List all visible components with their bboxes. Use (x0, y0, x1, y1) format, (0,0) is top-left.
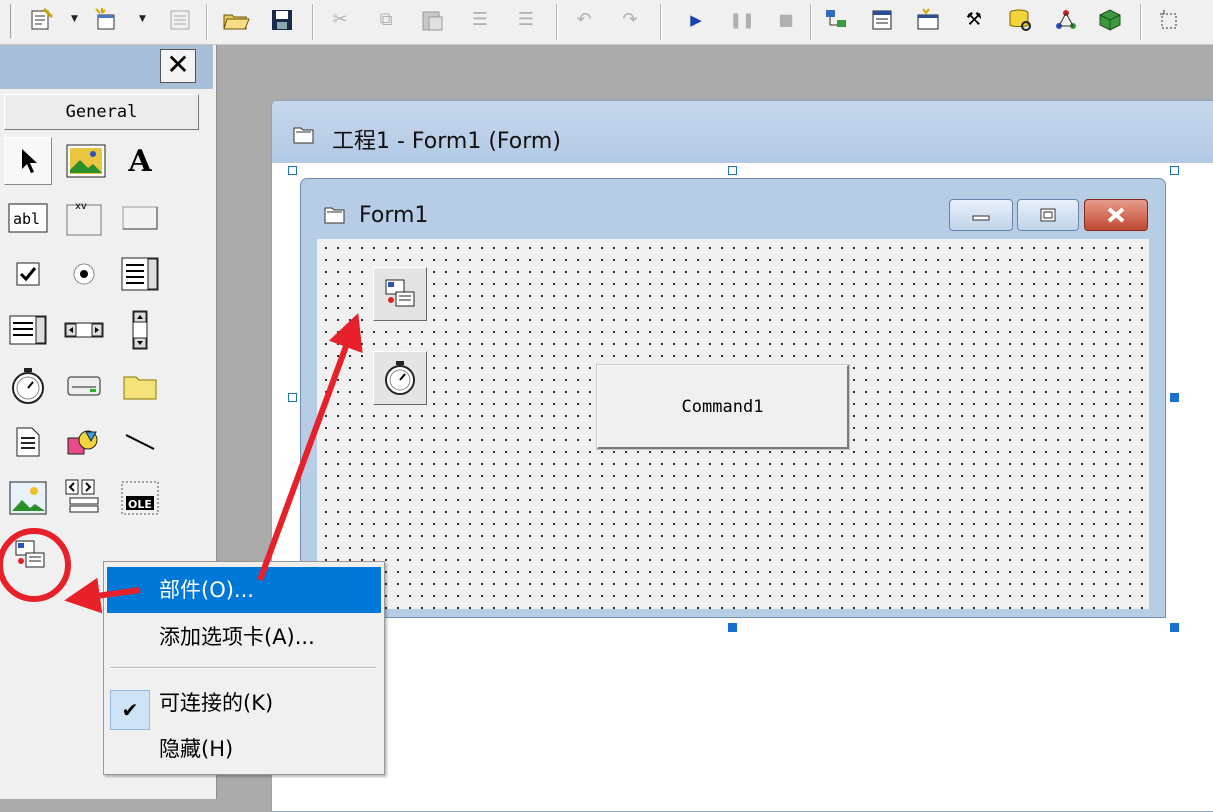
frame-tool[interactable]: xv (60, 194, 108, 242)
outdent-icon[interactable]: ☰ (512, 6, 540, 34)
svg-text:xv: xv (75, 201, 87, 212)
menu-item-add-tab[interactable]: 添加选项卡(A)... (107, 614, 381, 660)
data-tool[interactable] (60, 474, 108, 522)
resize-handle[interactable] (1170, 623, 1179, 632)
object-browser-icon[interactable]: ⚒ (960, 6, 988, 34)
form1-title: Form1 (359, 203, 429, 228)
copy-icon[interactable]: ⧉ (372, 6, 400, 34)
add-control-icon[interactable] (1156, 6, 1184, 34)
menu-editor-icon[interactable] (166, 6, 194, 34)
indent-icon[interactable]: ☰ (466, 6, 494, 34)
maximize-icon (1040, 208, 1056, 222)
resize-handle[interactable] (1170, 166, 1179, 175)
form-layout-icon[interactable] (914, 6, 942, 34)
stop-icon[interactable]: ■ (772, 6, 800, 34)
toolbox-icon[interactable] (1096, 6, 1124, 34)
hscrollbar-tool[interactable] (60, 306, 108, 354)
filelistbox-tool[interactable] (4, 418, 52, 466)
listbox-tool[interactable] (4, 306, 52, 354)
component-manager-icon[interactable] (1052, 6, 1080, 34)
form-icon (323, 205, 347, 229)
textbox-tool[interactable]: abl (4, 194, 52, 242)
form1-window[interactable]: Form1 Command1 (300, 178, 1166, 618)
paste-icon[interactable] (418, 6, 446, 34)
toolbox-tab-general[interactable]: General (4, 94, 199, 130)
ole-tool[interactable]: OLE (116, 474, 164, 522)
control-icon (385, 279, 415, 307)
dropdown-arrow-icon[interactable]: ▼ (71, 14, 78, 24)
checkbox-tool[interactable] (4, 250, 52, 298)
pointer-tool[interactable] (4, 137, 52, 185)
properties-window-icon[interactable] (868, 6, 896, 34)
resize-handle[interactable] (288, 393, 297, 402)
vscrollbar-tool[interactable] (116, 306, 164, 354)
combobox-tool[interactable] (116, 250, 164, 298)
shape-tool[interactable] (60, 418, 108, 466)
resize-handle[interactable] (728, 623, 737, 632)
form1-design-grid[interactable]: Command1 (317, 239, 1149, 609)
menu-item-hide[interactable]: 隐藏(H) (107, 726, 381, 772)
project-explorer-icon[interactable] (822, 6, 850, 34)
timer-icon (385, 361, 415, 395)
custom-control-tool[interactable] (6, 532, 54, 580)
undo-icon[interactable]: ↶ (570, 6, 598, 34)
save-icon[interactable] (268, 6, 296, 34)
optionbutton-tool[interactable] (60, 250, 108, 298)
svg-text:abl: abl (13, 210, 40, 228)
designer-title-bar[interactable]: 工程1 - Form1 (Form) (272, 101, 1213, 163)
timer-control-on-form[interactable] (373, 351, 427, 405)
resize-handle[interactable] (288, 166, 297, 175)
vb-project-icon[interactable] (28, 6, 56, 34)
redo-icon[interactable]: ↷ (616, 6, 644, 34)
maximize-button[interactable] (1017, 199, 1079, 231)
commandbutton-tool[interactable] (116, 194, 164, 242)
dropdown-arrow-icon[interactable]: ▼ (139, 14, 146, 24)
data-view-icon[interactable] (1006, 6, 1034, 34)
close-icon (1107, 207, 1125, 223)
image-tool[interactable] (4, 474, 52, 522)
minimize-button[interactable] (949, 199, 1013, 231)
open-icon[interactable] (222, 6, 250, 34)
cut-icon[interactable]: ✂ (326, 6, 354, 34)
add-form-icon[interactable] (92, 6, 120, 34)
dirlistbox-tool[interactable] (116, 362, 164, 410)
menu-item-components[interactable]: 部件(O)... (107, 567, 381, 613)
custom-control-on-form[interactable] (373, 267, 427, 321)
label-tool[interactable]: A (116, 137, 164, 185)
svg-text:OLE: OLE (128, 498, 152, 511)
line-tool[interactable] (116, 418, 164, 466)
resize-handle[interactable] (728, 166, 737, 175)
menu-item-dockable[interactable]: 可连接的(K) (107, 680, 381, 726)
resize-handle[interactable] (1170, 393, 1179, 402)
close-button[interactable] (1084, 199, 1148, 231)
close-icon[interactable]: ✕ (160, 49, 196, 83)
menu-separator (110, 667, 376, 669)
standard-toolbar: ▼ ▼ ✂ ⧉ ☰ ☰ ↶ ↷ ▶ ❚❚ ■ ⚒ (0, 0, 1213, 45)
toolbox-context-menu: 部件(O)... 添加选项卡(A)... ✔ 可连接的(K) 隐藏(H) (103, 561, 385, 775)
command1-button[interactable]: Command1 (596, 364, 850, 450)
toolbar-grip[interactable] (10, 4, 14, 38)
form-icon (292, 125, 316, 149)
drivelistbox-tool[interactable] (60, 362, 108, 410)
minimize-icon (972, 215, 990, 221)
timer-tool[interactable] (4, 362, 52, 410)
picturebox-tool[interactable] (62, 137, 110, 185)
designer-title: 工程1 - Form1 (Form) (332, 129, 561, 154)
pause-icon[interactable]: ❚❚ (728, 6, 756, 34)
run-icon[interactable]: ▶ (682, 6, 710, 34)
